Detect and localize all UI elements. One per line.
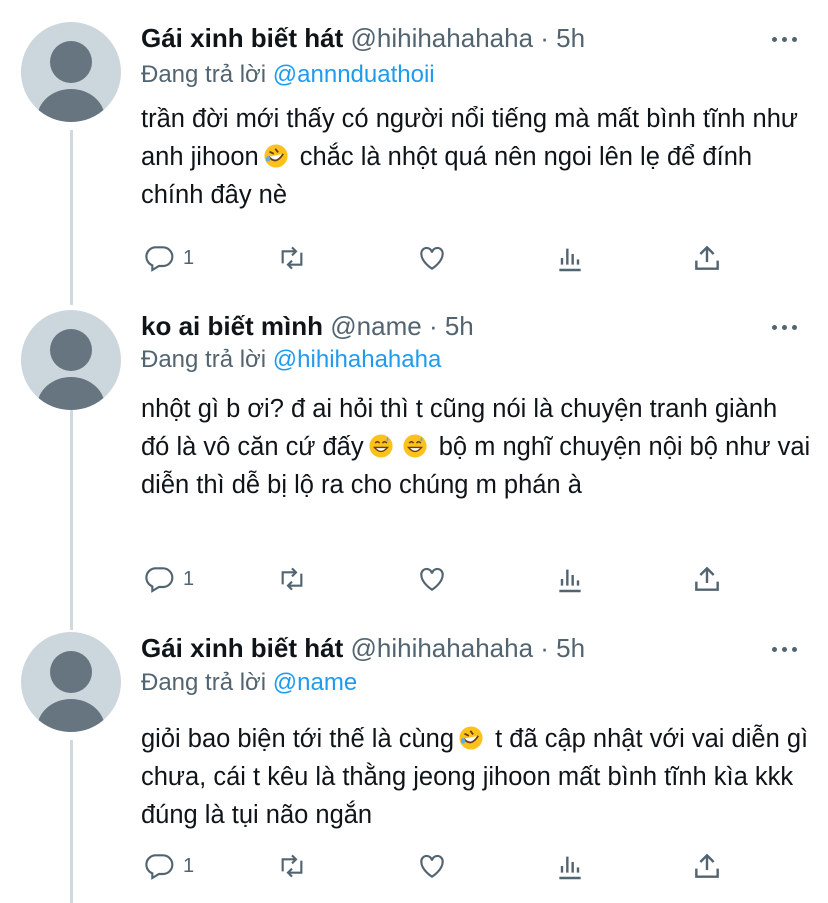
like-button[interactable] [416, 849, 448, 883]
share-icon [695, 853, 719, 878]
tweet-text: giỏi bao biện tới thế là cùng t đã cập n… [141, 720, 811, 834]
user-handle[interactable]: @hihihahahaha [350, 633, 533, 663]
views-button[interactable] [554, 849, 586, 883]
share-button[interactable] [691, 849, 723, 883]
retweet-button[interactable] [276, 849, 308, 883]
reply-count: 1 [183, 854, 195, 877]
analytics-icon [559, 856, 581, 880]
avatar-head-shape [50, 651, 92, 693]
rofl-emoji [459, 726, 483, 750]
avatar[interactable] [21, 632, 121, 732]
timestamp[interactable]: 5h [556, 633, 585, 663]
tweet-text-part: giỏi bao biện tới thế là cùng [141, 725, 455, 753]
more-options-icon[interactable] [772, 639, 802, 659]
tweet-header: Gái xinh biết hát @hihihahahaha · 5h [141, 632, 585, 664]
display-name[interactable]: Gái xinh biết hát [141, 633, 343, 663]
heart-icon [420, 854, 444, 878]
action-bar: 1 [141, 849, 741, 883]
avatar-body-shape [37, 699, 105, 732]
tweet[interactable]: Gái xinh biết hát @hihihahahaha · 5h Đan… [0, 0, 828, 903]
mention-link[interactable]: @name [273, 669, 357, 696]
retweet-icon [281, 854, 303, 878]
reply-button[interactable]: 1 [143, 849, 194, 883]
separator-dot: · [540, 633, 549, 663]
replying-to: Đang trả lời @name [141, 668, 357, 698]
reply-icon [145, 854, 174, 880]
replying-label: Đang trả lời [141, 669, 267, 696]
